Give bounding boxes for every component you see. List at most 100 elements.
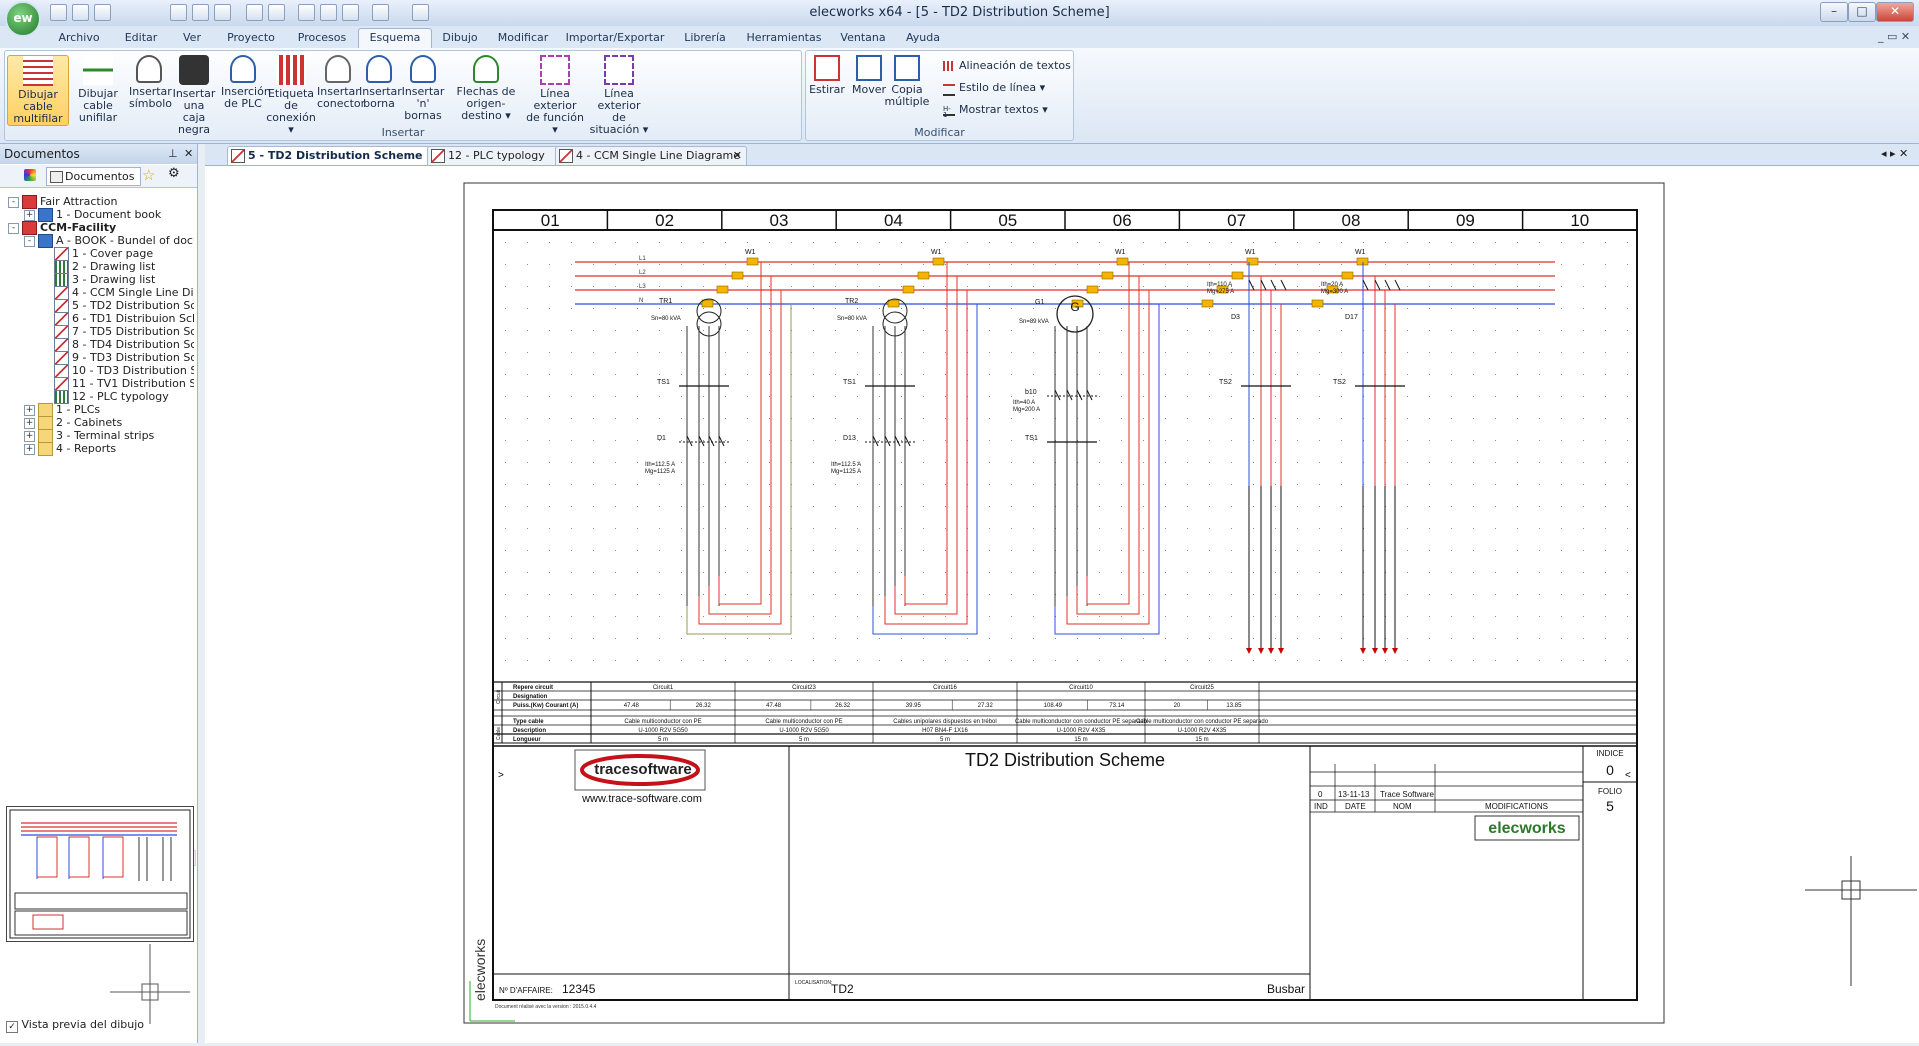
- minimize-button[interactable]: –: [1820, 2, 1848, 22]
- grid-dot: [835, 308, 836, 309]
- menu-tab-12[interactable]: Ayuda: [898, 29, 948, 47]
- ribbon-button-plc[interactable]: Inserción de PLC: [221, 55, 271, 110]
- grid-dot: [1253, 396, 1254, 397]
- ribbon-button-terminals[interactable]: Insertar'n' bornas: [399, 55, 447, 122]
- grid-dot: [1429, 506, 1430, 507]
- grid-dot: [1121, 572, 1122, 573]
- grid-dot: [1055, 286, 1056, 287]
- app-logo-icon[interactable]: ew: [5, 1, 41, 37]
- panel-close-icon[interactable]: ✕: [184, 144, 193, 164]
- grid-dot: [835, 550, 836, 551]
- ribbon-button-location-outline[interactable]: Línea exterior de situación ▾: [587, 55, 651, 136]
- grid-dot: [1143, 242, 1144, 243]
- ribbon-button-sublabel: origen-destino ▾: [461, 97, 511, 122]
- expand-icon[interactable]: +: [24, 444, 35, 455]
- grid-dot: [1165, 660, 1166, 661]
- ribbon-button-stretch[interactable]: Estirar: [808, 55, 846, 96]
- menu-tab-8[interactable]: Importar/Exportar: [560, 29, 670, 47]
- grid-dot: [703, 396, 704, 397]
- grid-dot: [725, 440, 726, 441]
- grid-dot: [1121, 462, 1122, 463]
- doc-tab-close-icon[interactable]: ✕: [733, 147, 742, 165]
- ribbon-button-multiple-copy[interactable]: Copia múltiple: [884, 55, 930, 108]
- menu-tab-0[interactable]: Archivo: [48, 29, 110, 47]
- grid-dot: [923, 352, 924, 353]
- grid-dot: [505, 594, 506, 595]
- menu-tab-1[interactable]: Editar: [114, 29, 168, 47]
- grid-dot: [1451, 462, 1452, 463]
- grid-dot: [1253, 242, 1254, 243]
- grid-dot: [1583, 528, 1584, 529]
- grid-dot: [1605, 484, 1606, 485]
- grid-dot: [615, 308, 616, 309]
- grid-dot: [1605, 308, 1606, 309]
- pin-icon[interactable]: ⊥: [168, 144, 178, 164]
- grid-dot: [1605, 660, 1606, 661]
- doc-tab-3[interactable]: 4 - CCM Single Line Diagrame ✕: [555, 146, 747, 165]
- grid-dot: [725, 616, 726, 617]
- menu-tab-6[interactable]: Dibujo: [434, 29, 486, 47]
- documents-tab[interactable]: Documentos: [46, 167, 142, 186]
- grid-dot: [747, 418, 748, 419]
- ribbon-button-label: Línea exterior: [597, 87, 641, 112]
- mdi-controls[interactable]: _ ▭ ✕: [1878, 30, 1910, 43]
- grid-dot: [857, 264, 858, 265]
- grid-dot: [549, 264, 550, 265]
- ribbon-button-move[interactable]: Mover: [850, 55, 888, 96]
- ribbon-button-connector[interactable]: Insertar conector: [317, 55, 365, 110]
- menu-tab-7[interactable]: Modificar: [490, 29, 556, 47]
- menu-tab-2[interactable]: Ver: [172, 29, 212, 47]
- close-button[interactable]: ✕: [1876, 2, 1914, 22]
- grid-dot: [659, 572, 660, 573]
- menu-tab-9[interactable]: Librería: [674, 29, 736, 47]
- grid-dot: [505, 242, 506, 243]
- tab-navigation[interactable]: ◂ ▸ ✕: [1881, 147, 1908, 160]
- ribbon-button-cable-uni[interactable]: Dibujar cable unifilar: [67, 55, 129, 124]
- grid-dot: [1121, 286, 1122, 287]
- grid-dot: [549, 440, 550, 441]
- show-texts-button[interactable]: H-1 Mostrar textos ▾: [941, 101, 1048, 119]
- doc-tab-1[interactable]: 5 - TD2 Distribution Scheme✕: [227, 146, 443, 165]
- drawing-canvas[interactable]: 01 02 03 04 05 06 07 08 09 10 L1 L2 L3 N W1 TR1 Sn=80 …: [205, 166, 1919, 1043]
- text-alignment-button[interactable]: Alineación de textos: [941, 57, 1071, 75]
- window-title: elecworks x64 - [5 - TD2 Distribution Sc…: [809, 5, 1110, 20]
- menu-tab-3[interactable]: Proyecto: [216, 29, 286, 47]
- ribbon-button-function-outline[interactable]: Línea exterior de función ▾: [525, 55, 585, 136]
- ribbon-button-connection-label[interactable]: Etiqueta de conexión ▾: [265, 55, 317, 136]
- table-cell: Circuit16: [933, 685, 957, 691]
- preview-checkbox[interactable]: ✓: [6, 1021, 18, 1033]
- grid-dot: [1561, 418, 1562, 419]
- menu-tab-4[interactable]: Procesos: [290, 29, 354, 47]
- preview-toggle[interactable]: ✓ Vista previa del dibujo: [6, 1018, 144, 1033]
- ribbon-button-arrows[interactable]: Flechas de origen-destino ▾: [449, 55, 523, 122]
- schematic-sheet[interactable]: 01 02 03 04 05 06 07 08 09 10 L1L2L3N W1TR1Sn=80 …: [205, 166, 1919, 1043]
- line-style-button[interactable]: Estilo de línea ▾: [941, 79, 1045, 97]
- favorites-icon[interactable]: ☆: [142, 166, 155, 184]
- doc-tab-2[interactable]: 12 - PLC typology✕: [427, 146, 571, 165]
- tree-item[interactable]: +4 - Reports: [4, 441, 194, 457]
- menu-tab-10[interactable]: Herramientas: [740, 29, 828, 47]
- maximize-button[interactable]: □: [1848, 2, 1876, 22]
- ribbon-button-cable-multi[interactable]: Dibujar cable multifilar: [7, 55, 69, 126]
- grid-dot: [989, 638, 990, 639]
- grid-dot: [1253, 418, 1254, 419]
- grid-dot: [1143, 594, 1144, 595]
- drawing-preview[interactable]: [6, 806, 194, 942]
- ribbon-button-blackbox[interactable]: Insertar una caja negra: [167, 55, 221, 136]
- grid-dot: [791, 286, 792, 287]
- settings-icon[interactable]: ⚙: [168, 166, 180, 181]
- menu-tab-5[interactable]: Esquema: [358, 28, 432, 49]
- menu-tab-11[interactable]: Ventana: [832, 29, 894, 47]
- grid-dot: [923, 550, 924, 551]
- grid-dot: [1517, 242, 1518, 243]
- color-icon[interactable]: [24, 169, 36, 181]
- grid-dot: [1583, 264, 1584, 265]
- grid-dot: [1143, 418, 1144, 419]
- grid-dot: [1253, 594, 1254, 595]
- grid-dot: [1297, 594, 1298, 595]
- grid-dot: [571, 572, 572, 573]
- affaire-value: 12345: [562, 982, 596, 996]
- grid-dot: [989, 264, 990, 265]
- ribbon-button-symbol[interactable]: Insertar símbolo: [129, 55, 172, 110]
- ribbon-button-terminal[interactable]: Insertar borna: [359, 55, 402, 110]
